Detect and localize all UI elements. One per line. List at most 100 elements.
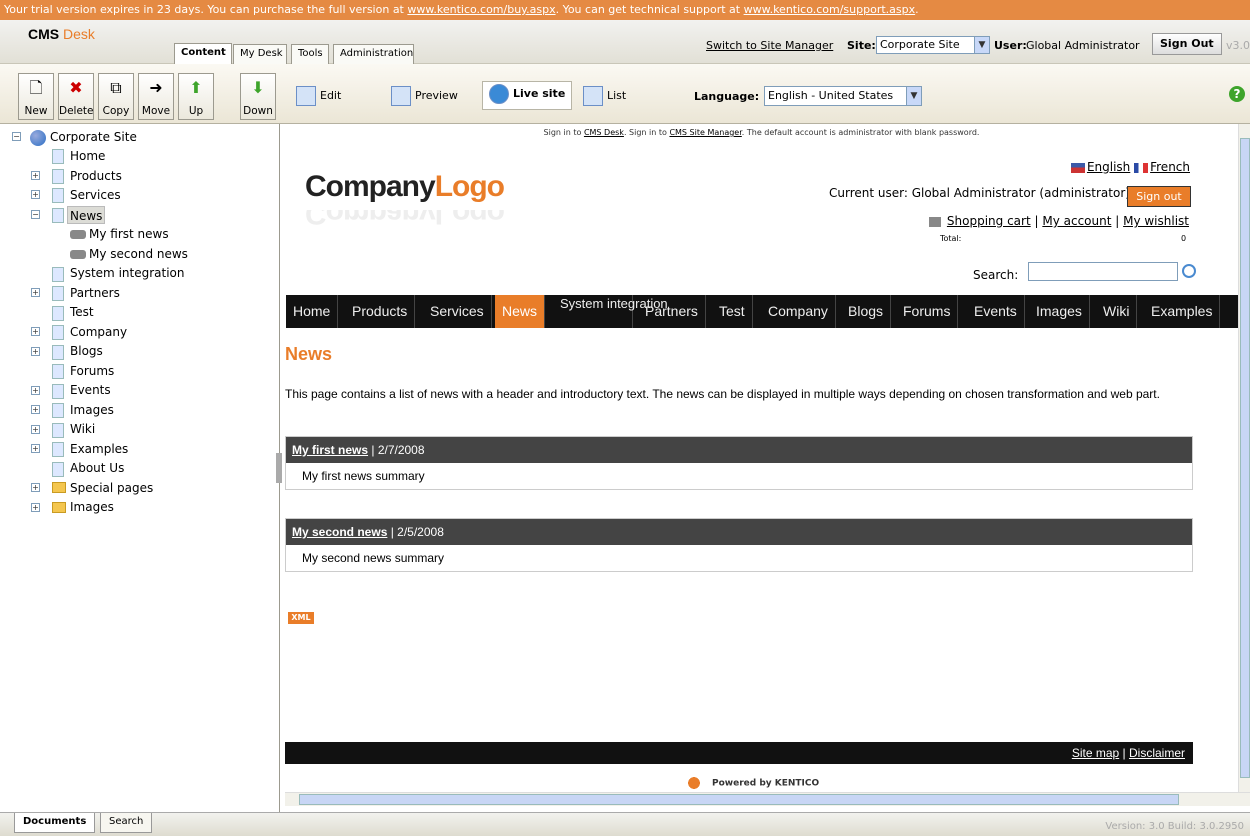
language-select[interactable]: English - United States ▼ — [764, 86, 922, 106]
collapse-icon[interactable]: − — [12, 132, 21, 141]
xml-rss-badge[interactable]: XML — [288, 612, 314, 624]
cms-desk-link[interactable]: CMS Desk — [584, 128, 624, 137]
move-button[interactable]: ➜ Move — [138, 73, 174, 120]
nav-events[interactable]: Events — [967, 295, 1025, 328]
expand-icon[interactable]: + — [31, 444, 40, 453]
tree-item-special-pages[interactable]: Special pages — [70, 479, 153, 497]
site-map-link[interactable]: Site map — [1072, 746, 1119, 760]
scroll-thumb[interactable] — [1240, 138, 1250, 778]
tree-item-news[interactable]: News — [67, 206, 106, 224]
horizontal-scrollbar[interactable] — [285, 792, 1250, 806]
expand-icon[interactable]: + — [31, 425, 40, 434]
tree-item-system-integration[interactable]: System integration — [70, 264, 184, 282]
pane-splitter[interactable] — [276, 453, 282, 483]
document-icon — [52, 306, 64, 321]
news-title-link[interactable]: My first news — [292, 443, 368, 457]
nav-blogs[interactable]: Blogs — [841, 295, 892, 328]
search-icon[interactable] — [1182, 264, 1196, 278]
tab-search[interactable]: Search — [100, 813, 153, 833]
site-sign-out-button[interactable]: Sign out — [1127, 186, 1191, 207]
expand-icon[interactable]: + — [31, 171, 40, 180]
expand-icon[interactable]: + — [31, 405, 40, 414]
nav-home[interactable]: Home — [286, 295, 339, 328]
scroll-thumb[interactable] — [299, 794, 1179, 805]
disclaimer-link[interactable]: Disclaimer — [1129, 746, 1185, 760]
live-site-view-button[interactable]: Live site — [482, 81, 573, 110]
new-document-icon: 🗋 — [29, 78, 43, 97]
sign-out-button[interactable]: Sign Out — [1152, 33, 1222, 55]
tree-item-partners[interactable]: Partners — [70, 284, 120, 302]
expand-icon[interactable]: + — [31, 327, 40, 336]
expand-icon[interactable]: + — [31, 288, 40, 297]
expand-icon[interactable]: + — [31, 386, 40, 395]
arrow-down-icon: ⬇ — [251, 78, 265, 97]
preview-view-button[interactable]: Preview — [391, 84, 458, 110]
tree-item-products[interactable]: Products — [70, 167, 122, 185]
site-select[interactable]: Corporate Site ▼ — [876, 36, 990, 54]
tree-item-blogs[interactable]: Blogs — [70, 342, 103, 360]
tab-my-desk[interactable]: My Desk — [233, 44, 287, 64]
delete-button[interactable]: ✖ Delete — [58, 73, 94, 120]
document-icon — [52, 423, 64, 438]
edit-view-button[interactable]: Edit — [296, 84, 341, 110]
tree-item-wiki[interactable]: Wiki — [70, 420, 95, 438]
search-input[interactable] — [1028, 262, 1178, 281]
tree-root-corporate-site[interactable]: Corporate Site — [30, 128, 137, 146]
tree-item-examples[interactable]: Examples — [70, 440, 128, 458]
vertical-scrollbar[interactable] — [1238, 124, 1250, 792]
tree-item-home[interactable]: Home — [70, 147, 105, 165]
tree-item-about-us[interactable]: About Us — [70, 459, 124, 477]
tree-item-forums[interactable]: Forums — [70, 362, 114, 380]
tab-documents[interactable]: Documents — [14, 813, 96, 833]
tree-item-my-first-news[interactable]: My first news — [89, 225, 169, 243]
collapse-icon[interactable]: − — [31, 210, 40, 219]
copy-button[interactable]: ⧉ Copy — [98, 73, 134, 120]
expand-icon[interactable]: + — [31, 190, 40, 199]
nav-wiki[interactable]: Wiki — [1096, 295, 1138, 328]
new-button[interactable]: 🗋 New — [18, 73, 54, 120]
down-button[interactable]: ⬇ Down — [240, 73, 276, 120]
my-account-link[interactable]: My account — [1042, 214, 1111, 228]
tree-item-test[interactable]: Test — [70, 303, 94, 321]
tab-content[interactable]: Content — [174, 43, 232, 64]
powered-by-kentico[interactable]: Powered by KENTICO — [680, 774, 819, 792]
news-title-link[interactable]: My second news — [292, 525, 387, 539]
up-button[interactable]: ⬆ Up — [178, 73, 214, 120]
tree-item-events[interactable]: Events — [70, 381, 111, 399]
expand-icon[interactable]: + — [31, 347, 40, 356]
tree-item-images-folder[interactable]: Images — [70, 498, 114, 516]
help-icon[interactable]: ? — [1229, 86, 1245, 102]
nav-news[interactable]: News — [495, 295, 546, 328]
support-link[interactable]: www.kentico.com/support.aspx — [744, 3, 916, 16]
my-wishlist-link[interactable]: My wishlist — [1123, 214, 1189, 228]
nav-company[interactable]: Company — [761, 295, 836, 328]
site-label: Site: — [847, 39, 876, 52]
expand-icon[interactable]: + — [31, 503, 40, 512]
french-link[interactable]: French — [1150, 160, 1190, 174]
nav-forums[interactable]: Forums — [896, 295, 959, 328]
company-logo-reflection: CompanyLogo — [305, 210, 504, 230]
tree-item-my-second-news[interactable]: My second news — [89, 245, 188, 263]
nav-products[interactable]: Products — [345, 295, 416, 328]
company-logo[interactable]: CompanyLogo — [305, 170, 505, 204]
language-links: English French — [1070, 160, 1190, 174]
tab-tools[interactable]: Tools — [291, 44, 329, 64]
nav-system-integration[interactable]: System integration — [553, 295, 668, 328]
list-view-button[interactable]: List — [583, 84, 626, 110]
buy-link[interactable]: www.kentico.com/buy.aspx — [407, 3, 555, 16]
tab-administration[interactable]: Administration — [333, 44, 414, 64]
cms-site-manager-link[interactable]: CMS Site Manager — [669, 128, 741, 137]
nav-images[interactable]: Images — [1029, 295, 1090, 328]
document-icon — [52, 345, 64, 360]
shopping-cart-link[interactable]: Shopping cart — [947, 214, 1031, 228]
switch-site-manager-link[interactable]: Switch to Site Manager — [706, 39, 833, 52]
nav-services[interactable]: Services — [423, 295, 492, 328]
nav-examples[interactable]: Examples — [1144, 295, 1221, 328]
english-link[interactable]: English — [1087, 160, 1130, 174]
tree-item-images[interactable]: Images — [70, 401, 114, 419]
tree-item-company[interactable]: Company — [70, 323, 127, 341]
nav-partners[interactable]: Partners — [638, 295, 706, 328]
expand-icon[interactable]: + — [31, 483, 40, 492]
nav-test[interactable]: Test — [712, 295, 753, 328]
tree-item-services[interactable]: Services — [70, 186, 121, 204]
